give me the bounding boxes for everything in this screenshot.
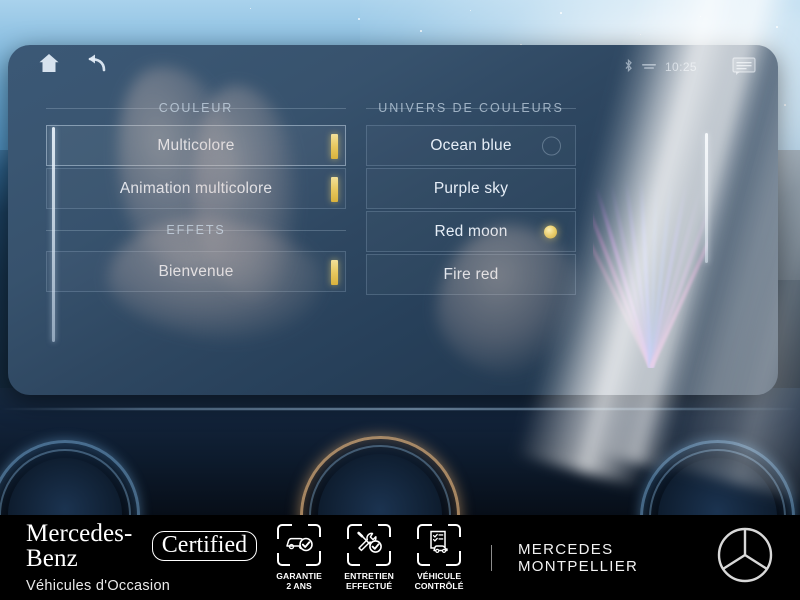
badge-label-line1: GARANTIE (276, 570, 322, 581)
section-header-effets: EFFETS (46, 215, 346, 245)
list-item-label: Fire red (443, 265, 499, 283)
badge-label-line2: CONTRÔLÉ (414, 581, 464, 591)
air-vent-left (0, 440, 140, 515)
badge-garantie: GARANTIE 2 ANS (273, 523, 325, 592)
dust-speck (784, 104, 786, 106)
dashboard-trim-line (0, 408, 800, 410)
amber-dot-indicator (544, 225, 557, 238)
section-header-effets-label: EFFETS (166, 223, 226, 237)
amber-bar-indicator (331, 260, 338, 285)
list-item-fire-red[interactable]: Fire red (366, 254, 576, 295)
color-universe-column: UNIVERS DE COULEURS Ocean blue Purple sk… (366, 93, 576, 295)
section-header-couleur-label: COULEUR (158, 101, 234, 115)
dust-speck (560, 12, 562, 14)
amber-bar-indicator (331, 177, 338, 202)
section-header-couleur: COULEUR (46, 93, 346, 123)
color-column: COULEUR Multicolore Animation multicolor… (46, 93, 346, 292)
list-item-label: Animation multicolore (119, 179, 273, 197)
mercedes-star-logo (716, 526, 774, 589)
badge-entretien: ENTRETIEN EFFECTUÉ (343, 523, 395, 592)
dust-speck (420, 30, 422, 32)
badge-label-line1: ENTRETIEN (344, 570, 394, 581)
list-item-bienvenue[interactable]: Bienvenue (46, 251, 346, 292)
badge-vehicule: VÉHICULE CONTRÔLÉ (413, 523, 465, 592)
dealer-banner: Mercedes-Benz Certified Véhicules d'Occa… (0, 515, 800, 600)
badge-label-line1: VÉHICULE (416, 570, 462, 581)
scrollbar-right[interactable] (705, 133, 708, 263)
list-item-purple-sky[interactable]: Purple sky (366, 168, 576, 209)
screen-nav-buttons (38, 53, 108, 73)
ambient-light-preview (593, 153, 708, 368)
badge-label-line2: 2 ANS (286, 581, 312, 591)
section-header-univers: UNIVERS DE COULEURS (366, 93, 576, 123)
mbux-infotainment-screen[interactable]: 10:25 COULEUR Multicolore Animation mult… (8, 45, 778, 395)
dust-speck (358, 18, 360, 20)
list-item-multicolore[interactable]: Multicolore (46, 125, 346, 166)
amber-bar-indicator (331, 134, 338, 159)
brand-name: Mercedes-Benz (26, 520, 133, 572)
list-item-label: Bienvenue (158, 262, 234, 280)
section-header-univers-label: UNIVERS DE COULEURS (378, 101, 564, 115)
bluetooth-icon (624, 58, 633, 75)
list-item-animation-multicolore[interactable]: Animation multicolore (46, 168, 346, 209)
list-item-label: Red moon (434, 222, 508, 240)
car-interior-photo: 10:25 COULEUR Multicolore Animation mult… (0, 0, 800, 515)
home-icon[interactable] (38, 53, 60, 73)
badge-label-line2: EFFECTUÉ (346, 581, 393, 591)
status-bar: 10:25 (624, 53, 756, 81)
message-bubble-icon[interactable] (732, 56, 756, 78)
list-item-ocean-blue[interactable]: Ocean blue (366, 125, 576, 166)
dust-speck (776, 26, 778, 28)
banner-divider (491, 544, 492, 571)
mercedes-certified-logo: Mercedes-Benz Certified Véhicules d'Occa… (26, 520, 258, 594)
brand-subtitle: Véhicules d'Occasion (26, 578, 171, 594)
ring-indicator (542, 136, 561, 155)
dealer-name: MERCEDES MONTPELLIER (518, 540, 639, 575)
back-arrow-icon[interactable] (84, 53, 108, 73)
signal-icon (641, 60, 656, 74)
clock-time: 10:25 (664, 60, 697, 74)
list-item-red-moon[interactable]: Red moon (366, 211, 576, 252)
dashboard (0, 388, 800, 515)
list-item-label: Ocean blue (430, 136, 512, 154)
air-vent-right (640, 440, 795, 515)
certified-badge: Certified (151, 531, 258, 561)
air-vent-center (300, 436, 460, 515)
badge-group: GARANTIE 2 ANS ENTRETIEN EFFECTUÉ VÉHICU… (273, 523, 465, 592)
screenshot-root: 10:25 COULEUR Multicolore Animation mult… (0, 0, 800, 600)
list-item-label: Purple sky (433, 179, 509, 197)
scrollbar-left[interactable] (52, 127, 55, 342)
list-item-label: Multicolore (157, 136, 235, 154)
